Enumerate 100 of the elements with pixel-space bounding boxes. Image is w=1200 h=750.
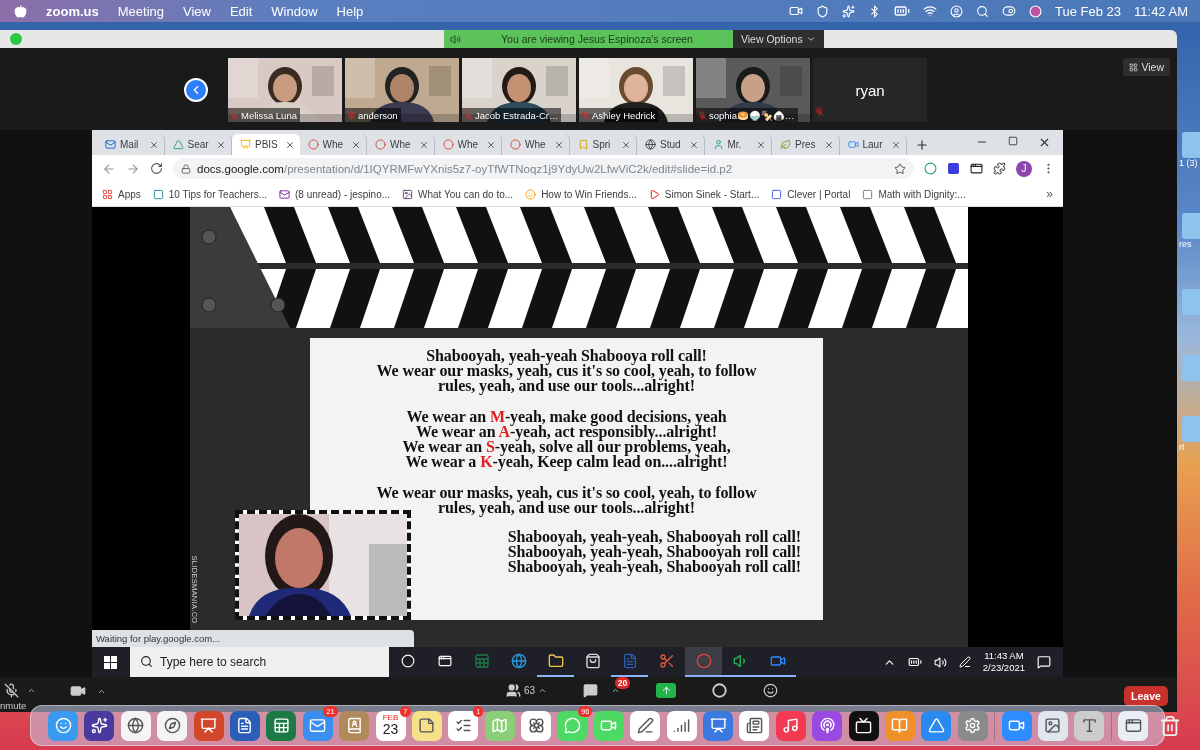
close-icon[interactable] xyxy=(284,139,295,150)
share-screen-button[interactable] xyxy=(656,683,677,698)
newspaper-icon[interactable] xyxy=(739,710,770,741)
close-icon[interactable] xyxy=(486,139,496,150)
puzzle-icon[interactable] xyxy=(993,162,1006,175)
music-note-icon[interactable] xyxy=(775,710,806,741)
caret-icon[interactable] xyxy=(538,686,548,695)
close-icon[interactable] xyxy=(688,139,699,150)
record-icon[interactable] xyxy=(712,683,728,698)
close-icon[interactable] xyxy=(148,139,159,150)
face-icon[interactable] xyxy=(48,710,78,741)
reactions-icon[interactable] xyxy=(763,683,779,698)
back-icon[interactable] xyxy=(102,161,116,176)
checklist-icon[interactable] xyxy=(448,710,479,741)
podcast-icon[interactable] xyxy=(812,710,843,741)
view-button[interactable]: View xyxy=(1123,58,1170,76)
book-icon[interactable] xyxy=(885,710,915,741)
bookmark-link[interactable]: Clever | Portal xyxy=(771,188,851,200)
menu-item[interactable]: Edit xyxy=(229,3,253,19)
flower-icon[interactable] xyxy=(521,710,552,741)
compass-icon[interactable] xyxy=(157,710,188,741)
search-icon xyxy=(140,655,153,668)
battery-icon[interactable] xyxy=(907,655,922,669)
bookmark-link[interactable]: Apps xyxy=(102,188,141,200)
close-icon[interactable] xyxy=(891,139,901,150)
close-icon[interactable] xyxy=(351,139,361,150)
gear-icon[interactable] xyxy=(957,710,988,741)
podium-icon[interactable] xyxy=(703,710,734,741)
presentation-icon[interactable] xyxy=(193,710,224,741)
taskbar-app[interactable] xyxy=(685,647,722,677)
contact-book-icon[interactable] xyxy=(339,710,370,741)
new-tab-button[interactable] xyxy=(915,138,929,152)
desktop-label: 1 (3) xyxy=(1179,158,1198,168)
caret-icon[interactable] xyxy=(27,686,36,695)
envelope-icon[interactable] xyxy=(302,710,333,741)
bookmark-link[interactable]: Simon Sinek - Start... xyxy=(648,188,760,200)
taskbar-clock[interactable]: 11:43 AM 2/23/2021 xyxy=(982,650,1025,674)
map-icon[interactable] xyxy=(484,710,515,741)
close-icon[interactable] xyxy=(756,139,766,150)
window-icon[interactable] xyxy=(970,162,983,175)
close-icon[interactable] xyxy=(216,139,226,150)
bookmark-link[interactable]: (8 unread) - jespino... xyxy=(279,188,391,200)
forward-icon[interactable] xyxy=(126,161,140,176)
menu-item[interactable]: Help xyxy=(336,3,364,19)
spreadsheet-icon[interactable] xyxy=(266,710,297,741)
view-options-button[interactable]: View Options xyxy=(732,30,824,48)
sparkle-icon[interactable] xyxy=(84,710,115,741)
leave-button[interactable]: Leave xyxy=(1124,686,1168,706)
previous-page-button[interactable] xyxy=(184,78,208,102)
close-icon[interactable] xyxy=(621,139,631,150)
caret-icon[interactable] xyxy=(611,686,621,695)
taskbar-search-field[interactable]: Type here to search xyxy=(130,647,389,677)
bar-chart-icon[interactable] xyxy=(666,710,697,741)
globe-icon[interactable] xyxy=(120,710,151,741)
bookmark-link[interactable]: Math with Dignity:... xyxy=(862,188,966,200)
close-icon[interactable] xyxy=(1038,136,1051,149)
notification-icon[interactable] xyxy=(1037,655,1051,669)
more-bookmarks-button[interactable]: » xyxy=(1046,187,1053,201)
user-icon[interactable] xyxy=(950,4,963,18)
mic-label: nmute xyxy=(0,700,27,711)
document-icon[interactable] xyxy=(229,710,260,741)
bookmark-link[interactable]: 10 Tips for Teachers... xyxy=(152,188,267,200)
star-icon[interactable] xyxy=(894,162,906,175)
sparkle-icon[interactable] xyxy=(842,4,855,18)
pen-icon[interactable] xyxy=(630,710,661,741)
menu-item[interactable]: Window xyxy=(271,3,318,19)
menu-item[interactable]: Meeting xyxy=(117,3,164,19)
chat-bubble-icon[interactable] xyxy=(557,710,588,741)
bluetooth-icon[interactable] xyxy=(868,4,881,18)
bookmark-link[interactable]: What You can do to... xyxy=(402,188,514,200)
toggle-icon[interactable] xyxy=(1002,4,1016,18)
address-field[interactable]: docs.google.com/presentation/d/1IQYRMFwYXnis5z7-oyTfWTNoqz1j9YdyUw2LfwViC2k/edit#slide=id.p2 xyxy=(173,158,914,179)
bookmark-icon xyxy=(577,139,589,150)
video-camera-icon[interactable] xyxy=(70,683,86,699)
menu-item[interactable]: View xyxy=(183,3,211,19)
bookmark-link[interactable]: How to Win Friends... xyxy=(525,188,637,200)
photo-icon[interactable] xyxy=(1037,710,1068,741)
browser-tab[interactable]: PBIS xyxy=(232,134,300,155)
search-icon[interactable] xyxy=(976,4,989,18)
circle-icon[interactable] xyxy=(924,162,937,175)
reload-icon[interactable] xyxy=(150,162,163,175)
close-icon[interactable] xyxy=(418,139,429,150)
people-icon[interactable] xyxy=(506,683,521,698)
square-icon[interactable] xyxy=(947,162,960,175)
close-icon[interactable] xyxy=(553,139,564,150)
maximize-icon[interactable] xyxy=(1008,136,1018,146)
window-thumbnail-icon[interactable] xyxy=(1118,710,1149,741)
mic-muted-icon[interactable] xyxy=(4,683,19,698)
close-icon[interactable] xyxy=(823,139,834,150)
profile-avatar[interactable]: J xyxy=(1016,160,1032,177)
chat-icon[interactable] xyxy=(583,683,599,698)
speaker-icon[interactable] xyxy=(933,655,947,669)
tv-icon[interactable] xyxy=(848,710,879,741)
font-icon[interactable] xyxy=(1074,710,1105,741)
menu-item[interactable]: zoom.us xyxy=(46,3,99,19)
shield-icon[interactable] xyxy=(816,4,829,18)
wifi-icon[interactable] xyxy=(923,4,937,18)
pen-icon[interactable] xyxy=(958,656,971,668)
apple-icon[interactable] xyxy=(14,4,27,18)
note-icon[interactable] xyxy=(411,710,442,741)
